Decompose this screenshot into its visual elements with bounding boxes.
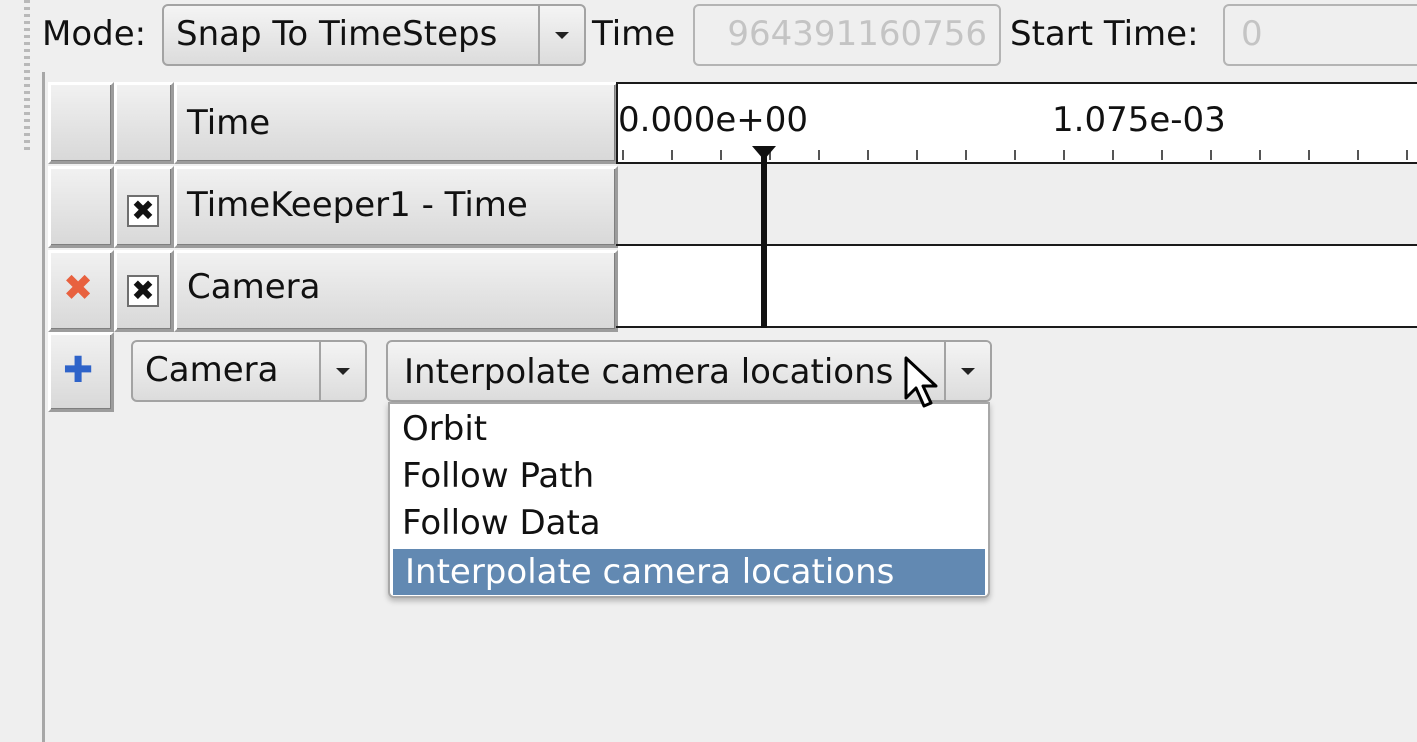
ruler-tick <box>1014 150 1016 160</box>
mode-select-value: Snap To TimeSteps <box>176 14 498 54</box>
ruler-tick-label-start: 0.000e+00 <box>618 100 809 140</box>
ruler-tick <box>867 150 869 160</box>
ruler-tick <box>1357 150 1359 160</box>
ruler-tick <box>1063 150 1065 160</box>
add-track-cell: ✚ <box>48 332 114 412</box>
time-header-label: Time <box>187 103 271 143</box>
chevron-down-icon <box>336 368 350 375</box>
ruler-tick <box>1112 150 1114 160</box>
add-track-mode-select[interactable]: Interpolate camera locations <box>386 340 992 402</box>
row1-delete-cell <box>48 166 114 248</box>
timekeeper-track-label: TimeKeeper1 - Time <box>187 185 528 225</box>
option-follow-data[interactable]: Follow Data <box>390 500 988 546</box>
time-label: Time <box>592 14 676 54</box>
ruler-tick-label-2: 1.075e-03 <box>1052 100 1226 140</box>
option-orbit[interactable]: Orbit <box>390 406 988 452</box>
header-blank-cell-2 <box>114 82 174 164</box>
plus-icon[interactable]: ✚ <box>63 351 93 391</box>
row1-enable-cell: ✖ <box>114 166 174 248</box>
row2-separator <box>616 326 1417 328</box>
panel-grip-handle[interactable] <box>24 0 30 150</box>
ruler-tick <box>622 150 624 160</box>
x-check-icon[interactable]: ✖ <box>127 275 159 307</box>
ruler-tick <box>671 150 673 160</box>
delete-x-icon[interactable]: ✖ <box>63 267 93 311</box>
mode-dropdown-list: Orbit Follow Path Follow Data Interpolat… <box>388 402 990 598</box>
row2-enable-cell: ✖ <box>114 250 174 332</box>
timekeeper-track-timeline[interactable] <box>618 164 1417 246</box>
mode-select-dropdown[interactable] <box>944 342 990 400</box>
add-track-source-select[interactable]: Camera <box>131 340 367 402</box>
start-time-input-value: 0 <box>1241 14 1263 54</box>
mode-label: Mode: <box>42 14 147 54</box>
mode-select-dropdown[interactable] <box>538 6 584 64</box>
add-track-mode-value: Interpolate camera locations <box>404 352 894 392</box>
source-select-dropdown[interactable] <box>319 342 365 400</box>
time-header-cell: Time <box>174 82 618 164</box>
ruler-tick <box>818 150 820 160</box>
time-input-value: 964391160756 <box>727 14 987 54</box>
row2-label-cell: Camera <box>174 250 618 332</box>
mode-select[interactable]: Snap To TimeSteps <box>162 4 586 66</box>
time-input[interactable]: 964391160756 <box>693 4 1001 66</box>
panel-border <box>42 72 45 742</box>
ruler-tick <box>1210 150 1212 160</box>
mouse-pointer-icon <box>904 356 938 408</box>
camera-track-label: Camera <box>187 267 321 307</box>
camera-track-timeline[interactable] <box>618 246 1417 328</box>
add-track-source-value: Camera <box>145 350 279 390</box>
row2-delete-cell: ✖ <box>48 250 114 332</box>
option-follow-path[interactable]: Follow Path <box>390 453 988 499</box>
option-interpolate-camera-locations[interactable]: Interpolate camera locations <box>393 549 985 595</box>
ruler-tick <box>916 150 918 160</box>
chevron-down-icon <box>555 32 569 39</box>
start-time-label: Start Time: <box>1010 14 1199 54</box>
ruler-tick <box>1308 150 1310 160</box>
chevron-down-icon <box>961 368 975 375</box>
ruler-tick <box>1406 150 1408 160</box>
row1-label-cell: TimeKeeper1 - Time <box>174 166 618 248</box>
x-check-icon[interactable]: ✖ <box>127 195 159 227</box>
ruler-tick <box>965 150 967 160</box>
ruler-tick <box>1161 150 1163 160</box>
ruler-tick <box>720 150 722 160</box>
ruler-tick <box>1259 150 1261 160</box>
header-blank-cell-1 <box>48 82 114 164</box>
start-time-input[interactable]: 0 <box>1223 4 1417 66</box>
current-time-marker[interactable] <box>761 150 767 328</box>
